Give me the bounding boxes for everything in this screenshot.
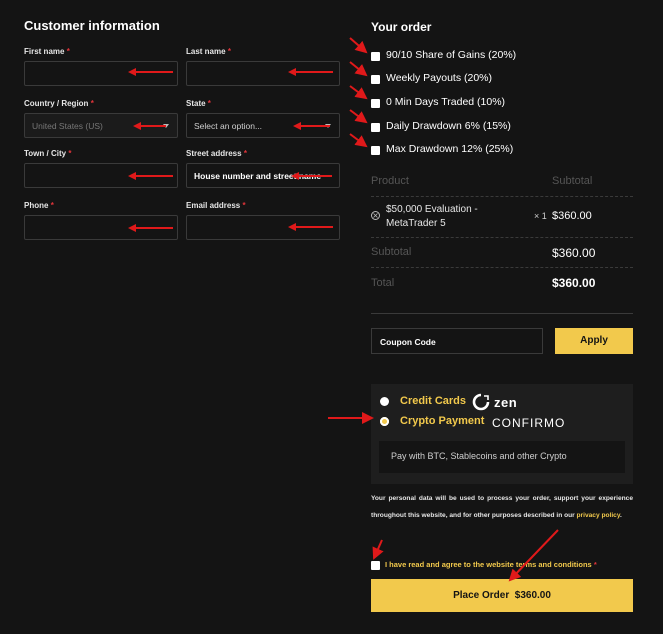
crypto-payment-label[interactable]: Crypto Payment — [400, 415, 484, 427]
product-price: $360.00 — [552, 210, 592, 222]
table-divider — [371, 267, 633, 268]
phone-label: Phone * — [24, 201, 54, 210]
option-label-daily-drawdown: Daily Drawdown 6% (15%) — [386, 120, 511, 132]
annotation-arrow-head — [293, 122, 301, 130]
option-label-max-drawdown: Max Drawdown 12% (25%) — [386, 143, 514, 155]
total-label: Total — [371, 277, 395, 289]
remove-item-icon[interactable] — [371, 211, 380, 220]
country-label: Country / Region * — [24, 99, 94, 108]
first-name-field[interactable] — [24, 61, 178, 86]
table-divider — [371, 313, 633, 314]
option-label-weekly: Weekly Payouts (20%) — [386, 72, 493, 84]
annotation-arrow — [135, 175, 173, 177]
option-checkbox-daily-drawdown[interactable] — [371, 123, 380, 132]
order-title: Your order — [371, 20, 432, 34]
annotation-arrow — [295, 71, 333, 73]
subtotal-label: Subtotal — [371, 246, 412, 258]
terms-checkbox[interactable] — [371, 561, 380, 570]
first-name-label: First name * — [24, 47, 70, 56]
street-label: Street address * — [186, 149, 247, 158]
payment-description-box: Pay with BTC, Stablecoins and other Cryp… — [379, 441, 625, 473]
annotation-arrow — [140, 125, 166, 127]
confirmo-brand: CONFIRMO — [492, 416, 566, 430]
annotation-arrow-crypto — [328, 412, 374, 424]
annotation-arrow-head — [291, 172, 299, 180]
state-label: State * — [186, 99, 211, 108]
zen-logo-icon — [472, 393, 490, 416]
town-label: Town / City * — [24, 149, 72, 158]
option-checkbox-weekly[interactable] — [371, 75, 380, 84]
annotation-arrow — [135, 227, 173, 229]
email-label: Email address * — [186, 201, 246, 210]
annotation-arrow — [295, 226, 333, 228]
option-checkbox-min-days[interactable] — [371, 99, 380, 108]
annotation-arrow-place-order — [508, 529, 559, 582]
annotation-arrow — [300, 125, 330, 127]
annotation-arrow-terms — [372, 539, 384, 560]
table-divider — [371, 237, 633, 238]
terms-label: I have read and agree to the website ter… — [385, 560, 597, 569]
annotation-arrow — [135, 71, 173, 73]
annotation-arrow-head — [288, 68, 296, 76]
radio-crypto-payment[interactable] — [380, 417, 389, 426]
total-value: $360.00 — [552, 276, 596, 290]
product-column-header: Product — [371, 175, 409, 187]
product-quantity: × 1 — [534, 211, 547, 221]
privacy-policy-link[interactable]: privacy policy — [577, 512, 621, 519]
table-divider — [371, 196, 633, 197]
privacy-notice: Your personal data will be used to proce… — [371, 495, 633, 519]
subtotal-column-header: Subtotal — [552, 175, 593, 187]
annotation-arrow-head — [128, 224, 136, 232]
option-checkbox-share[interactable] — [371, 52, 380, 61]
subtotal-value: $360.00 — [552, 246, 596, 260]
payment-description: Pay with BTC, Stablecoins and other Cryp… — [391, 451, 567, 461]
annotation-arrow-head — [128, 172, 136, 180]
zen-brand: zen — [494, 395, 518, 410]
option-label-min-days: 0 Min Days Traded (10%) — [386, 96, 506, 108]
annotation-arrow-head — [133, 122, 141, 130]
last-name-label: Last name * — [186, 47, 231, 56]
credit-cards-label[interactable]: Credit Cards — [400, 395, 466, 407]
product-name: $50,000 Evaluation - MetaTrader 5 — [386, 204, 478, 229]
annotation-arrow-head — [288, 223, 296, 231]
option-checkbox-max-drawdown[interactable] — [371, 146, 380, 155]
last-name-field[interactable] — [186, 61, 340, 86]
annotation-arrow-head — [128, 68, 136, 76]
radio-credit-cards[interactable] — [380, 397, 389, 406]
coupon-input[interactable]: Coupon Code — [371, 328, 543, 354]
option-label-share: 90/10 Share of Gains (20%) — [386, 49, 517, 61]
place-order-button[interactable]: Place Order $360.00 — [371, 579, 633, 612]
apply-coupon-button[interactable]: Apply — [555, 328, 633, 354]
annotation-arrow — [298, 175, 332, 177]
customer-info-title: Customer information — [24, 18, 160, 33]
